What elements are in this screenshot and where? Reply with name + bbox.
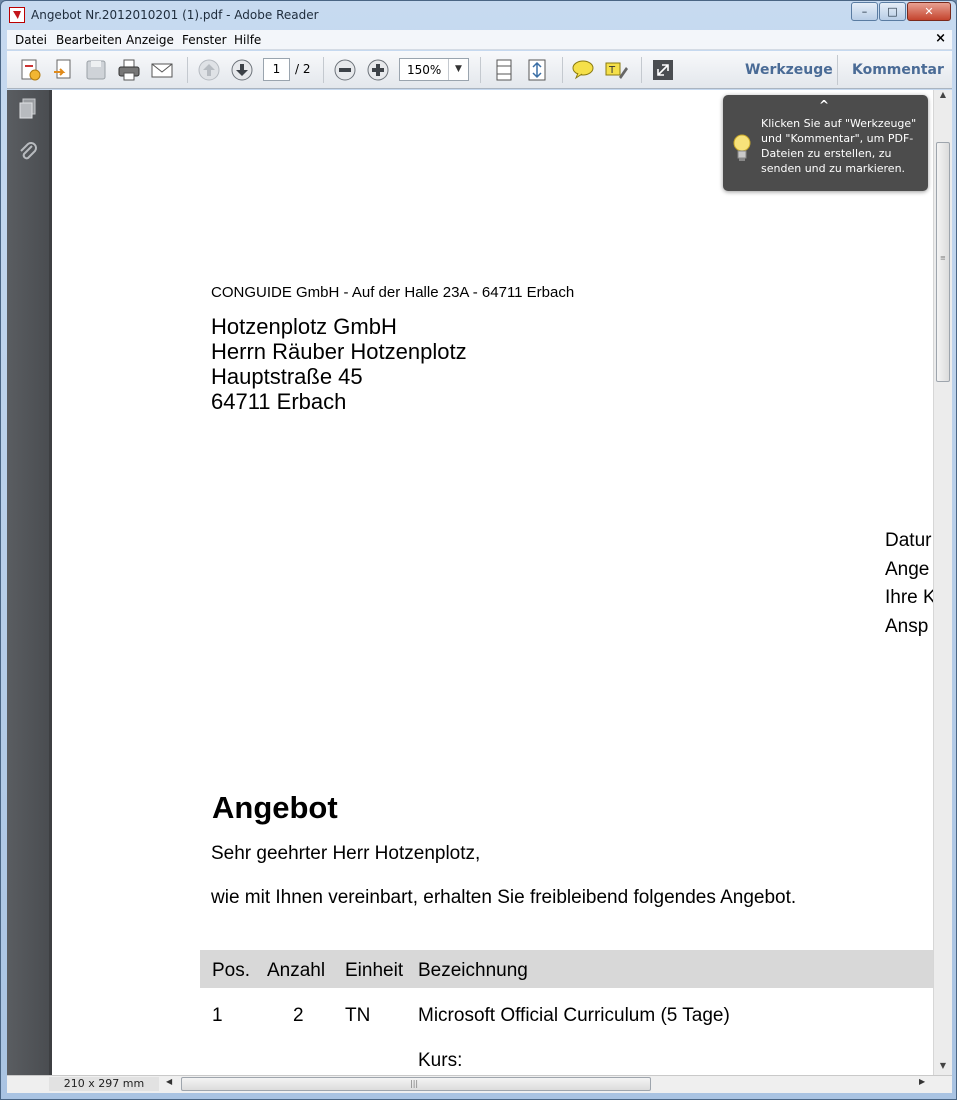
- export-icon[interactable]: [50, 57, 76, 83]
- menu-datei[interactable]: Datei: [15, 33, 47, 47]
- pages-panel-icon[interactable]: [16, 97, 40, 121]
- menu-anzeige[interactable]: Anzeige: [126, 33, 174, 47]
- horizontal-scroll-thumb[interactable]: |||: [181, 1077, 651, 1091]
- scroll-mode-icon[interactable]: [491, 57, 517, 83]
- scroll-down-icon[interactable]: ▼: [934, 1061, 952, 1075]
- meta-offer-label: Ange: [885, 558, 930, 580]
- table-row: 1 2 TN Microsoft Official Curriculum (5 …: [52, 1005, 933, 1035]
- lightbulb-icon: [732, 133, 752, 163]
- recipient-name: Herrn Räuber Hotzenplotz: [211, 339, 467, 364]
- tooltip-text: Klicken Sie auf "Werkzeuge" und "Komment…: [761, 117, 917, 175]
- menu-bar: Datei Bearbeiten Anzeige Fenster Hilfe ×: [7, 30, 952, 50]
- window-controls: – □ ✕: [850, 2, 951, 21]
- collapse-tooltip-icon[interactable]: ^: [819, 98, 829, 112]
- cell-einheit: TN: [345, 1005, 371, 1026]
- column-header-einheit: Einheit: [345, 960, 404, 981]
- chevron-down-icon[interactable]: ▼: [448, 59, 468, 80]
- print-icon[interactable]: [116, 57, 142, 83]
- zoom-out-icon[interactable]: [332, 57, 358, 83]
- menu-fenster[interactable]: Fenster: [182, 33, 227, 47]
- zoom-in-icon[interactable]: [365, 57, 391, 83]
- minimize-button[interactable]: –: [851, 2, 878, 21]
- page-total: / 2: [295, 62, 311, 76]
- scroll-right-icon[interactable]: ▶: [919, 1077, 931, 1086]
- zoom-select[interactable]: 150% ▼: [399, 58, 469, 81]
- fit-page-icon[interactable]: [524, 57, 550, 83]
- page-number-input[interactable]: 1: [263, 58, 290, 81]
- document-view[interactable]: CONGUIDE GmbH - Auf der Halle 23A - 6471…: [49, 90, 933, 1075]
- salutation: Sehr geehrter Herr Hotzenplotz,: [211, 843, 481, 864]
- column-header-anzahl: Anzahl: [267, 960, 326, 981]
- email-icon[interactable]: [149, 57, 175, 83]
- close-document-button[interactable]: ×: [935, 31, 946, 46]
- table-header: Pos. Anzahl Einheit Bezeichnung: [200, 950, 933, 988]
- page-size: 210 x 297 mm: [49, 1077, 159, 1091]
- comment-icon[interactable]: [570, 57, 596, 83]
- adobe-reader-icon: [9, 7, 25, 23]
- cell-bezeichnung: Microsoft Official Curriculum (5 Tage): [418, 1005, 730, 1026]
- recipient-street: Hauptstraße 45: [211, 364, 363, 389]
- highlight-icon[interactable]: T: [603, 57, 629, 83]
- grip-icon: |||: [410, 1079, 419, 1088]
- page-down-icon[interactable]: [229, 57, 255, 83]
- vertical-scrollbar[interactable]: ▲ ≡ ▼: [933, 90, 952, 1075]
- grip-icon: ≡: [940, 254, 946, 262]
- attachments-icon[interactable]: [16, 140, 40, 164]
- title-bar[interactable]: Angebot Nr.2012010201 (1).pdf - Adobe Re…: [1, 1, 956, 29]
- menu-hilfe[interactable]: Hilfe: [234, 33, 261, 47]
- cell-anzahl: 2: [293, 1005, 304, 1026]
- werkzeuge-link[interactable]: Werkzeuge: [745, 62, 833, 78]
- app-window: Angebot Nr.2012010201 (1).pdf - Adobe Re…: [0, 0, 957, 1100]
- column-header-pos: Pos.: [212, 960, 251, 981]
- zoom-value: 150%: [407, 63, 442, 77]
- maximize-button[interactable]: □: [879, 2, 906, 21]
- fullscreen-icon[interactable]: [650, 57, 676, 83]
- svg-text:T: T: [608, 65, 616, 76]
- recipient-address: Hotzenplotz GmbH Herrn Räuber Hotzenplot…: [211, 314, 467, 414]
- recipient-city: 64711 Erbach: [211, 389, 347, 414]
- kommentar-link[interactable]: Kommentar: [852, 62, 944, 78]
- tools-tooltip[interactable]: ^ Klicken Sie auf "Werkzeuge" und "Komme…: [723, 95, 928, 191]
- meta-contact-label: Ansp: [885, 615, 929, 637]
- course-label: Kurs:: [418, 1050, 463, 1071]
- toolbar: 1 / 2 150% ▼ T Werkzeuge Kommentar: [7, 51, 952, 89]
- intro-text: wie mit Ihnen vereinbart, erhalten Sie f…: [211, 887, 797, 908]
- page-up-icon[interactable]: [196, 57, 222, 83]
- scroll-up-icon[interactable]: ▲: [934, 90, 952, 104]
- vertical-scroll-thumb[interactable]: ≡: [936, 142, 950, 382]
- navigation-pane: [7, 90, 49, 1075]
- sender-line: CONGUIDE GmbH - Auf der Halle 23A - 6471…: [211, 284, 575, 301]
- pdf-page: CONGUIDE GmbH - Auf der Halle 23A - 6471…: [52, 90, 933, 1075]
- create-pdf-icon[interactable]: [17, 57, 43, 83]
- save-icon[interactable]: [83, 57, 109, 83]
- meta-date-label: Datur: [885, 530, 932, 551]
- window-title: Angebot Nr.2012010201 (1).pdf - Adobe Re…: [31, 8, 319, 22]
- letter-meta: Datur Ange Ihre K Ansp: [885, 527, 933, 641]
- cell-pos: 1: [212, 1005, 223, 1026]
- menu-bearbeiten[interactable]: Bearbeiten: [56, 33, 122, 47]
- recipient-company: Hotzenplotz GmbH: [211, 314, 397, 339]
- meta-reference-label: Ihre K: [885, 587, 933, 608]
- scroll-left-icon[interactable]: ◀: [166, 1077, 178, 1086]
- document-heading: Angebot: [212, 790, 338, 825]
- column-header-bezeichnung: Bezeichnung: [418, 960, 528, 981]
- close-button[interactable]: ✕: [907, 2, 951, 21]
